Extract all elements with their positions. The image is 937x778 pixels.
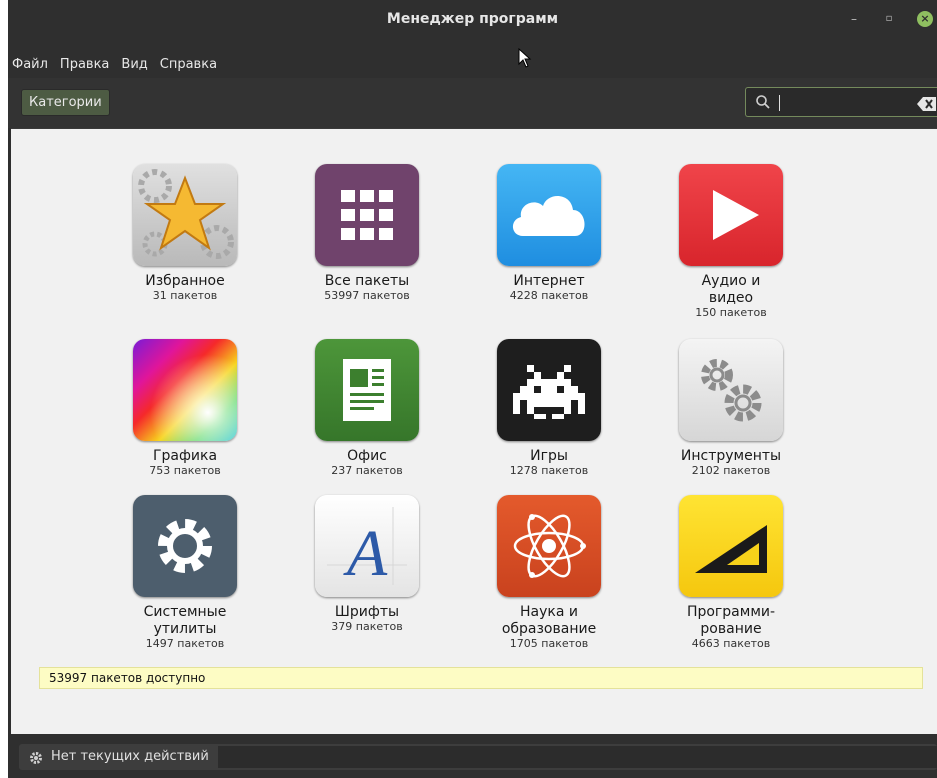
minimize-button[interactable]: –	[847, 12, 861, 26]
category-label: Офис 237 пакетов	[287, 448, 447, 476]
package-count: 4663 пакетов	[691, 637, 771, 650]
package-count: 150 пакетов	[695, 306, 767, 319]
document-icon	[315, 339, 419, 441]
activity-panel: Нет текущих действий	[19, 744, 937, 770]
titlebar: Менеджер программ – ▫ ×	[8, 0, 937, 52]
category-label: Системные утилиты 1497 пакетов	[105, 604, 265, 649]
category-label: Все пакеты 53997 пакетов	[287, 273, 447, 301]
package-count: 1705 пакетов	[509, 637, 589, 650]
mouse-pointer-icon	[518, 47, 532, 72]
bottom-bar: Нет текущих действий	[8, 734, 937, 778]
category-internet[interactable]: Интернет 4228 пакетов	[469, 164, 629, 314]
category-label: Игры 1278 пакетов	[469, 448, 629, 476]
category-label: Аудио и видео 150 пакетов	[651, 273, 811, 318]
category-label: Инструменты 2102 пакетов	[651, 448, 811, 476]
category-tools[interactable]: Инструменты 2102 пакетов	[651, 339, 811, 479]
activity-status: Нет текущих действий	[51, 749, 209, 764]
package-count: 237 пакетов	[331, 464, 403, 477]
package-count: 31 пакетов	[152, 289, 218, 302]
category-games[interactable]: Игры 1278 пакетов	[469, 339, 629, 479]
category-graphics[interactable]: Графика 753 пакетов	[105, 339, 265, 479]
activity-progress-field	[218, 746, 937, 768]
menubar: Файл Правка Вид Справка	[8, 52, 223, 78]
packages-available-message: 53997 пакетов доступно	[39, 667, 923, 689]
search-input[interactable]	[745, 87, 937, 117]
category-label: Избранное 31 пакетов	[105, 273, 265, 301]
categories-button[interactable]: Категории	[21, 89, 110, 116]
toolbar: Категории	[8, 78, 937, 128]
space-invader-icon	[497, 339, 601, 441]
category-science-education[interactable]: Наука и образование 1705 пакетов	[469, 495, 629, 655]
category-all-packages[interactable]: Все пакеты 53997 пакетов	[287, 164, 447, 314]
font-icon: A	[315, 495, 419, 597]
menu-file[interactable]: Файл	[8, 52, 54, 78]
category-fonts[interactable]: A Шрифты 379 пакетов	[287, 495, 447, 635]
package-count: 4228 пакетов	[509, 289, 589, 302]
menu-view[interactable]: Вид	[115, 52, 153, 78]
category-label: Наука и образование 1705 пакетов	[469, 604, 629, 649]
package-count: 1497 пакетов	[145, 637, 225, 650]
category-grid: Избранное 31 пакетов Все пакеты 53997 па…	[11, 128, 937, 735]
search-icon	[755, 94, 771, 114]
category-label: Графика 753 пакетов	[105, 448, 265, 476]
category-audio-video[interactable]: Аудио и видео 150 пакетов	[651, 164, 811, 324]
package-count: 753 пакетов	[149, 464, 221, 477]
color-gradient-icon	[133, 339, 237, 441]
atom-icon	[497, 495, 601, 597]
package-count: 379 пакетов	[331, 620, 403, 633]
menu-help[interactable]: Справка	[154, 52, 223, 78]
gears-icon	[679, 339, 783, 441]
package-count: 2102 пакетов	[691, 464, 771, 477]
gear-icon	[133, 495, 237, 597]
window-title: Менеджер программ	[386, 11, 559, 27]
close-button[interactable]: ×	[917, 11, 933, 27]
star-icon	[133, 164, 237, 266]
app-window: Менеджер программ – ▫ × Файл Правка Вид …	[8, 0, 937, 778]
cloud-icon	[497, 164, 601, 266]
maximize-button[interactable]: ▫	[882, 12, 896, 26]
category-label: Шрифты 379 пакетов	[287, 604, 447, 632]
category-programming[interactable]: Программи- рование 4663 пакетов	[651, 495, 811, 655]
package-count: 1278 пакетов	[509, 464, 589, 477]
svg-text:A: A	[343, 517, 388, 590]
category-office[interactable]: Офис 237 пакетов	[287, 339, 447, 479]
set-square-icon	[679, 495, 783, 597]
category-system-utilities[interactable]: Системные утилиты 1497 пакетов	[105, 495, 265, 655]
category-favorites[interactable]: Избранное 31 пакетов	[105, 164, 265, 314]
menu-edit[interactable]: Правка	[54, 52, 115, 78]
package-count: 53997 пакетов	[324, 289, 410, 302]
category-label: Интернет 4228 пакетов	[469, 273, 629, 301]
clear-search-icon[interactable]	[917, 96, 937, 115]
gear-icon	[29, 750, 43, 769]
text-caret	[779, 95, 780, 111]
grid-icon	[315, 164, 419, 266]
play-icon	[679, 164, 783, 266]
category-label: Программи- рование 4663 пакетов	[651, 604, 811, 649]
